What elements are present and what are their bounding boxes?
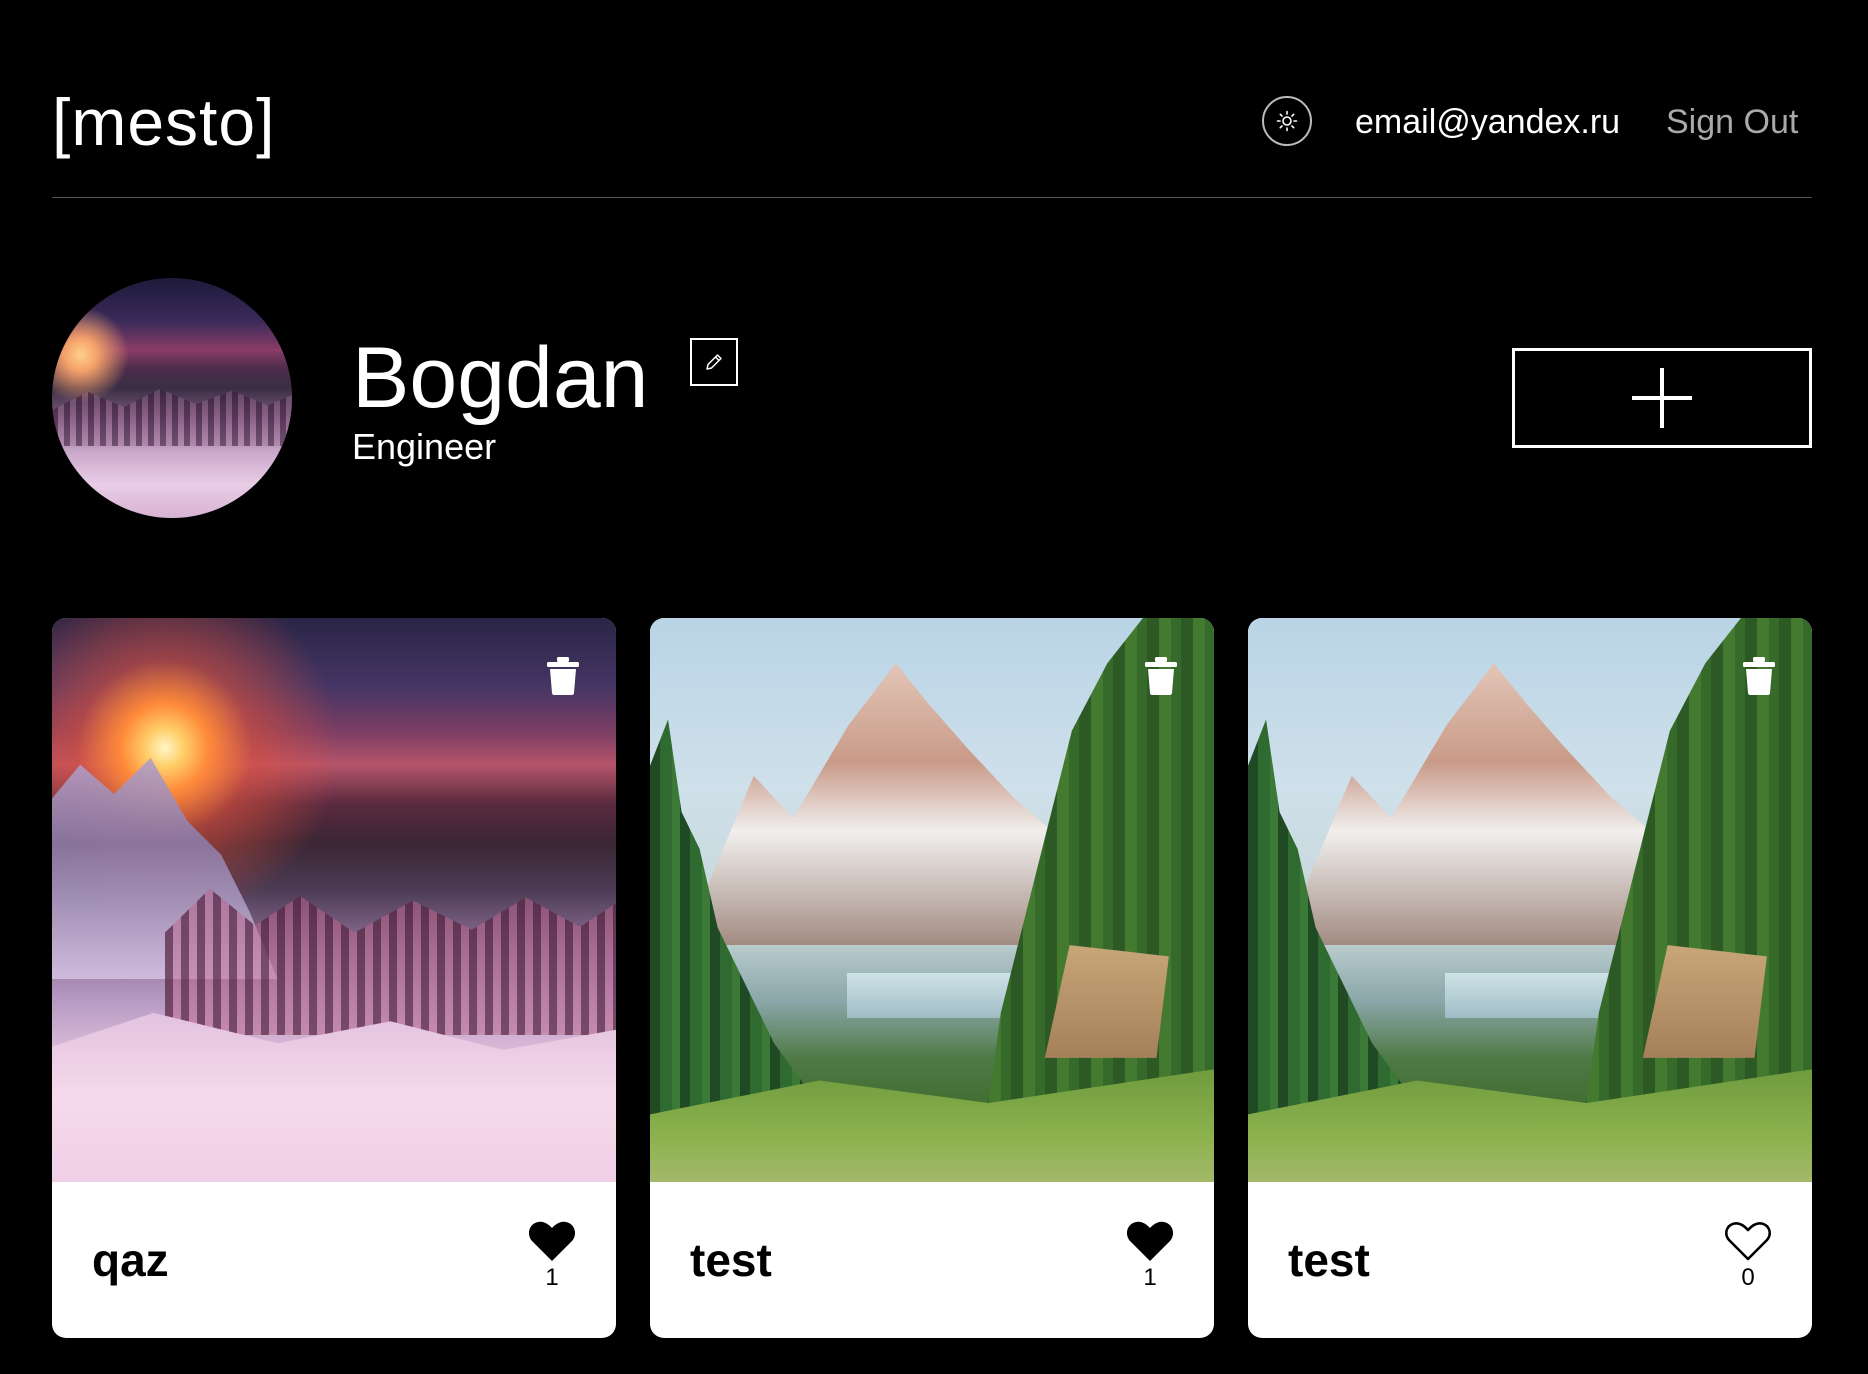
sign-out-link[interactable]: Sign Out bbox=[1666, 102, 1798, 142]
theme-toggle-button[interactable] bbox=[1262, 96, 1312, 146]
heart-filled-icon[interactable] bbox=[1126, 1220, 1174, 1262]
page: [mesto] email@yandex.ru Sign Out Bogdan … bbox=[0, 0, 1868, 1374]
avatar-image bbox=[52, 389, 292, 446]
profile-name: Bogdan bbox=[352, 330, 649, 426]
card: test 1 bbox=[650, 618, 1214, 1338]
user-email: email@yandex.ru bbox=[1355, 103, 1621, 141]
cards-grid: qaz 1 test 1 test 0 bbox=[52, 618, 1812, 1338]
card-title: test bbox=[1288, 1234, 1370, 1286]
card-title: qaz bbox=[92, 1234, 169, 1286]
heart-outline-icon[interactable] bbox=[1724, 1220, 1772, 1262]
edit-profile-button[interactable] bbox=[690, 338, 738, 386]
like-group: 1 bbox=[1122, 1220, 1178, 1300]
heart-filled-icon[interactable] bbox=[528, 1220, 576, 1262]
trash-icon[interactable] bbox=[1144, 656, 1178, 696]
like-group: 1 bbox=[524, 1220, 580, 1300]
logo: [mesto] bbox=[52, 85, 276, 159]
card-image[interactable] bbox=[650, 618, 1214, 1182]
card-title: test bbox=[690, 1234, 772, 1286]
like-group: 0 bbox=[1720, 1220, 1776, 1300]
trash-icon[interactable] bbox=[1742, 656, 1776, 696]
like-count: 0 bbox=[1741, 1264, 1755, 1291]
card: test 0 bbox=[1248, 618, 1812, 1338]
like-count: 1 bbox=[545, 1264, 559, 1291]
sun-icon bbox=[1276, 110, 1298, 132]
trash-icon[interactable] bbox=[546, 656, 580, 696]
add-card-button[interactable] bbox=[1512, 348, 1812, 448]
plus-icon bbox=[1632, 368, 1692, 428]
card-image[interactable] bbox=[1248, 618, 1812, 1182]
pencil-icon bbox=[706, 354, 722, 370]
card: qaz 1 bbox=[52, 618, 616, 1338]
like-count: 1 bbox=[1143, 1264, 1157, 1291]
card-image[interactable] bbox=[52, 618, 616, 1182]
profile-about: Engineer bbox=[352, 426, 497, 467]
header: [mesto] email@yandex.ru Sign Out bbox=[52, 0, 1812, 198]
avatar[interactable] bbox=[52, 278, 292, 518]
